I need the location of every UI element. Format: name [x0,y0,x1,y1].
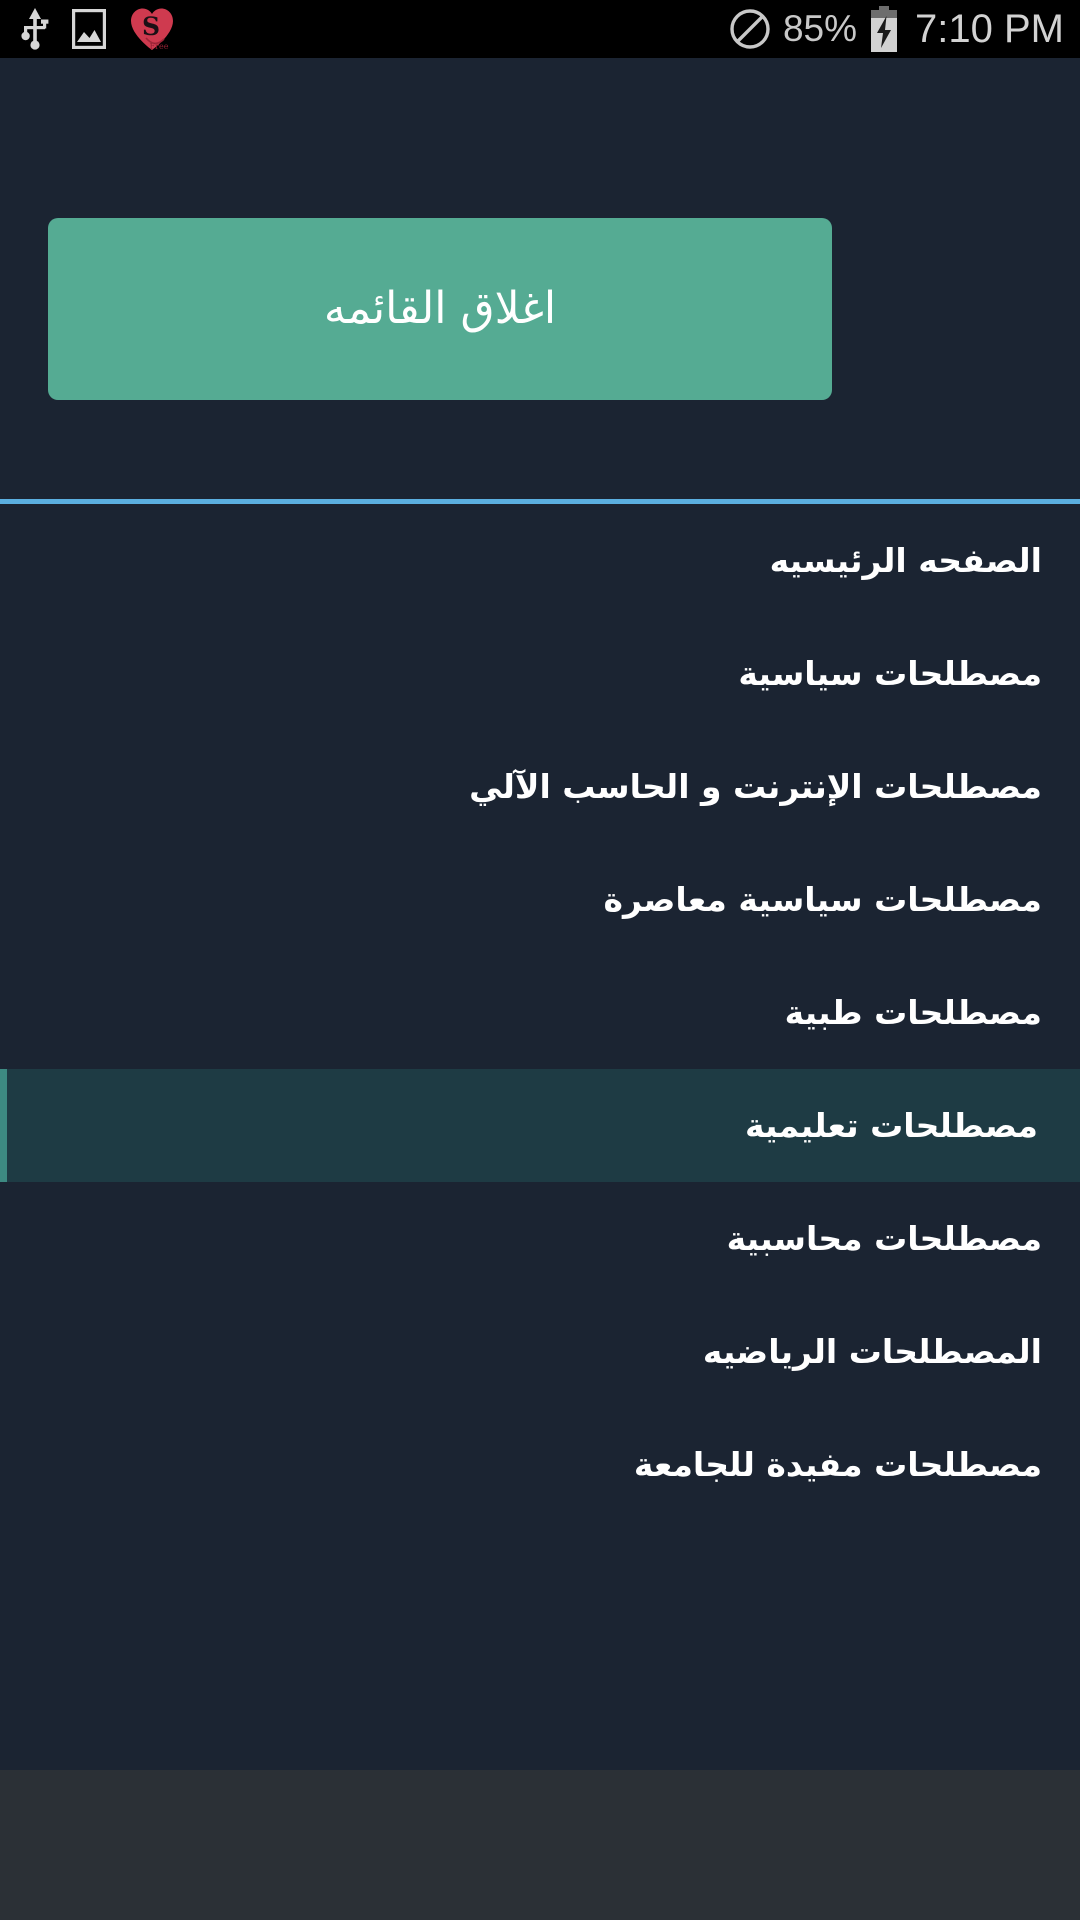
navigation-drawer: اغلاق القائمه الصفحه الرئيسيه مصطلحات سي… [0,58,1080,1770]
status-bar-left-icons: S Free [0,0,176,58]
menu-item-label: مصطلحات الإنترنت و الحاسب الآلي [469,767,1042,806]
clock-label: 7:10 PM [915,7,1064,51]
usb-icon [20,8,50,50]
menu-item-home[interactable]: الصفحه الرئيسيه [0,504,1080,617]
svg-text:Free: Free [150,42,169,51]
drawer-menu-list: الصفحه الرئيسيه مصطلحات سياسية مصطلحات ا… [0,504,1080,1521]
bottom-content-area [0,1770,1080,1920]
svg-text:S: S [142,12,160,41]
menu-item-accounting-terms[interactable]: مصطلحات محاسبية [0,1182,1080,1295]
gallery-image-icon [72,9,106,49]
do-not-disturb-icon [729,8,771,50]
heart-s-free-app-icon: S Free [128,5,176,53]
menu-item-medical-terms[interactable]: مصطلحات طبية [0,956,1080,1069]
menu-item-label: المصطلحات الرياضيه [702,1332,1042,1371]
menu-item-label: مصطلحات سياسية [738,654,1042,693]
status-bar-right-status: 85% 7:10 PM [729,0,1080,58]
close-menu-button[interactable]: اغلاق القائمه [48,218,832,400]
menu-item-internet-computer-terms[interactable]: مصطلحات الإنترنت و الحاسب الآلي [0,730,1080,843]
battery-charging-icon [869,6,899,52]
status-bar: S Free 85% 7:10 PM [0,0,1080,58]
menu-item-educational-terms[interactable]: مصطلحات تعليمية [0,1069,1080,1182]
phone-screen: S Free 85% 7:10 PM اغلاق القائمه الصفحه … [0,0,1080,1920]
menu-item-label: الصفحه الرئيسيه [769,541,1042,580]
menu-item-mathematical-terms[interactable]: المصطلحات الرياضيه [0,1295,1080,1408]
menu-item-political-terms[interactable]: مصطلحات سياسية [0,617,1080,730]
menu-item-label: مصطلحات طبية [784,993,1042,1032]
menu-item-university-useful-terms[interactable]: مصطلحات مفيدة للجامعة [0,1408,1080,1521]
menu-item-label: مصطلحات سياسية معاصرة [603,880,1042,919]
battery-percent-label: 85% [782,8,858,49]
menu-item-label: مصطلحات تعليمية [745,1106,1038,1145]
menu-item-label: مصطلحات محاسبية [726,1219,1042,1258]
menu-item-label: مصطلحات مفيدة للجامعة [633,1445,1042,1484]
menu-item-contemporary-political-terms[interactable]: مصطلحات سياسية معاصرة [0,843,1080,956]
